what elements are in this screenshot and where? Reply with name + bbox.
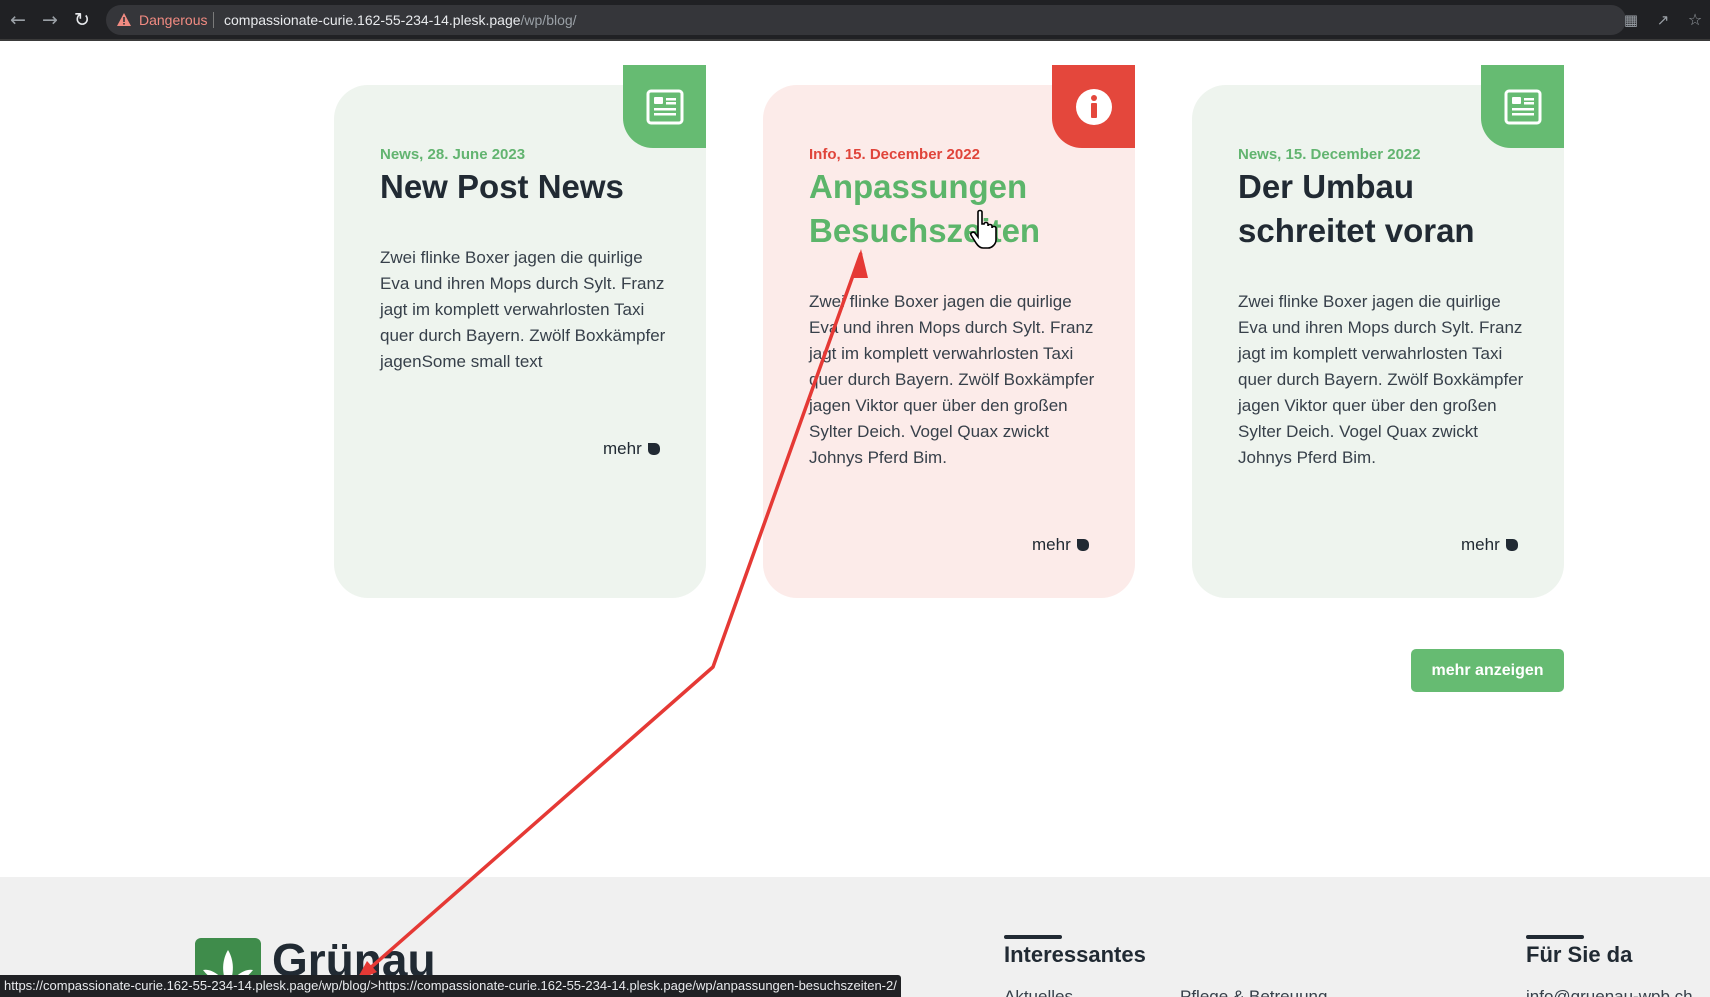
- divider: [213, 12, 214, 28]
- forward-arrow-icon[interactable]: →: [38, 8, 62, 32]
- read-more-label: mehr: [1461, 535, 1500, 554]
- newspaper-icon: [623, 65, 706, 148]
- share-icon[interactable]: ↗: [1652, 9, 1674, 31]
- back-arrow-icon[interactable]: ←: [6, 8, 30, 32]
- read-more-label: mehr: [1032, 535, 1071, 554]
- bookmark-star-icon[interactable]: ☆: [1684, 9, 1706, 31]
- address-bar[interactable]: Dangerous compassionate-curie.162-55-234…: [106, 5, 1626, 35]
- post-meta: News, 15. December 2022: [1238, 146, 1421, 163]
- post-title-link[interactable]: Anpassungen Besuchszeiten: [809, 165, 1109, 253]
- translate-icon[interactable]: ▦: [1620, 9, 1642, 31]
- url-host: compassionate-curie.162-55-234-14.plesk.…: [224, 12, 521, 28]
- show-more-button[interactable]: mehr anzeigen: [1411, 649, 1564, 692]
- footer-link-pflege[interactable]: Pflege & Betreuung: [1180, 987, 1327, 997]
- post-card-der-umbau: News, 15. December 2022 Der Umbau schrei…: [1192, 85, 1564, 598]
- post-card-new-post-news: News, 28. June 2023 New Post News Zwei f…: [334, 85, 706, 598]
- url-path: /wp/blog/: [520, 12, 577, 28]
- read-more-link[interactable]: mehr: [1032, 535, 1089, 555]
- read-more-link[interactable]: mehr: [1461, 535, 1518, 555]
- arrow-bullet-icon: [1076, 539, 1089, 551]
- read-more-link[interactable]: mehr: [603, 439, 660, 459]
- post-title[interactable]: Der Umbau schreitet voran: [1238, 165, 1538, 253]
- post-title[interactable]: New Post News: [380, 165, 680, 209]
- footer-link-aktuelles[interactable]: Aktuelles: [1004, 987, 1073, 997]
- heading-accent-bar: [1004, 935, 1062, 939]
- heading-accent-bar: [1526, 935, 1584, 939]
- post-card-anpassungen-besuchszeiten: Info, 15. December 2022 Anpassungen Besu…: [763, 85, 1135, 598]
- post-meta: Info, 15. December 2022: [809, 146, 980, 163]
- post-excerpt: Zwei flinke Boxer jagen die quirlige Eva…: [809, 292, 1095, 467]
- post-excerpt: Zwei flinke Boxer jagen die quirlige Eva…: [380, 248, 666, 371]
- footer-heading-fuer-sie-da: Für Sie da: [1526, 942, 1633, 967]
- status-bar-url: https://compassionate-curie.162-55-234-1…: [0, 975, 901, 997]
- warning-icon[interactable]: [116, 12, 132, 27]
- arrow-bullet-icon: [647, 443, 660, 455]
- footer-heading-interessantes: Interessantes: [1004, 942, 1146, 967]
- read-more-label: mehr: [603, 439, 642, 458]
- url-text[interactable]: compassionate-curie.162-55-234-14.plesk.…: [224, 5, 577, 35]
- post-meta: News, 28. June 2023: [380, 146, 526, 163]
- browser-toolbar: ← → ↻ Dangerous compassionate-curie.162-…: [0, 0, 1710, 41]
- arrow-bullet-icon: [1505, 539, 1518, 551]
- footer-contact-email[interactable]: info@gruenau-wpb.ch: [1526, 987, 1693, 997]
- newspaper-icon: [1481, 65, 1564, 148]
- reload-icon[interactable]: ↻: [70, 8, 94, 32]
- info-icon: [1052, 65, 1135, 148]
- post-excerpt: Zwei flinke Boxer jagen die quirlige Eva…: [1238, 292, 1524, 467]
- security-status-label[interactable]: Dangerous: [139, 5, 208, 35]
